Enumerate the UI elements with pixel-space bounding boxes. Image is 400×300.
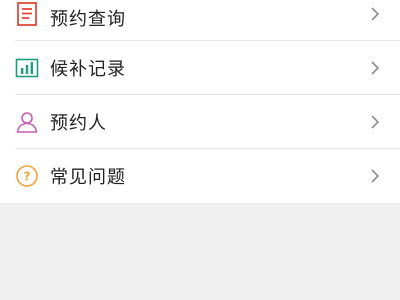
menu-item-label: 预约人 [50,113,107,134]
chevron-right-icon [370,60,380,76]
menu-list: 预约查询 候补记录 预约人 ? 常见问题 [0,0,400,203]
svg-text:?: ? [24,170,31,184]
chevron-right-icon [370,114,380,130]
document-list-icon [15,2,39,26]
menu-item-label: 常见问题 [50,167,126,188]
chevron-right-icon [370,6,380,22]
menu-item-faq[interactable]: ? 常见问题 [0,149,400,203]
question-circle-icon: ? [15,164,39,188]
menu-item-label: 预约查询 [50,9,126,30]
person-icon [15,110,39,134]
empty-background-area [0,204,400,300]
bar-chart-icon [15,56,39,80]
menu-item-appointment-query[interactable]: 预约查询 [0,0,400,41]
menu-item-appointee[interactable]: 预约人 [0,95,400,149]
chevron-right-icon [370,168,380,184]
menu-item-waitlist-records[interactable]: 候补记录 [0,41,400,95]
menu-item-label: 候补记录 [50,59,126,80]
